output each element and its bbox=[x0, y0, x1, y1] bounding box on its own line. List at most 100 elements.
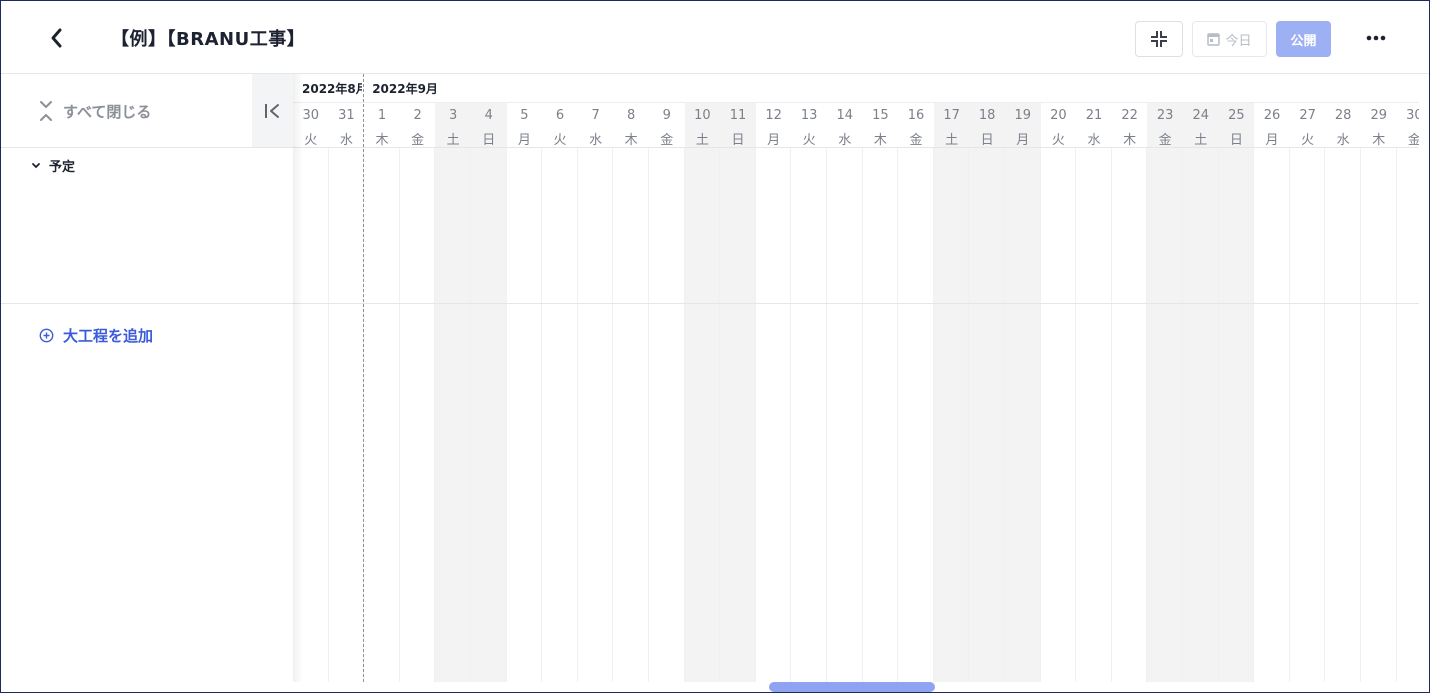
weekday-label: 水 bbox=[838, 133, 852, 148]
day-header-cell: 17 土 bbox=[933, 103, 970, 149]
today-button[interactable]: 今日 bbox=[1192, 21, 1267, 57]
collapse-view-button[interactable] bbox=[1135, 21, 1183, 57]
day-column[interactable] bbox=[1325, 148, 1361, 682]
day-number: 28 bbox=[1334, 108, 1352, 123]
add-process-button[interactable]: 大工程を追加 bbox=[39, 325, 153, 346]
weekday-label: 木 bbox=[1123, 133, 1137, 148]
day-column[interactable] bbox=[1290, 148, 1326, 682]
day-number: 9 bbox=[662, 108, 671, 123]
day-number: 10 bbox=[694, 108, 711, 123]
day-column[interactable] bbox=[578, 148, 614, 682]
month-divider bbox=[363, 74, 365, 682]
panel-collapse-button[interactable] bbox=[252, 74, 293, 148]
day-number: 30 bbox=[1406, 108, 1419, 123]
day-column[interactable] bbox=[898, 148, 934, 682]
day-header-cell: 25 日 bbox=[1218, 103, 1255, 149]
day-header-cell: 14 水 bbox=[827, 103, 863, 149]
day-number: 25 bbox=[1228, 108, 1245, 123]
day-number: 11 bbox=[729, 108, 747, 123]
weekday-label: 月 bbox=[1016, 133, 1030, 148]
divider bbox=[1, 147, 293, 148]
day-header: 30 火 31 水 1 木 2 金 3 土 4 日 5 月 6 火 7 水 8 木 9 金 10 土 11 日 12 月 13 火 14 水 1… bbox=[293, 102, 1419, 149]
day-column[interactable] bbox=[969, 148, 1005, 682]
day-column[interactable] bbox=[507, 148, 543, 682]
day-column[interactable] bbox=[613, 148, 649, 682]
day-column[interactable] bbox=[863, 148, 899, 682]
collapse-all-label: すべて閉じる bbox=[63, 102, 152, 121]
weekday-label: 日 bbox=[980, 133, 994, 148]
day-header-cell: 4日 bbox=[471, 103, 507, 149]
day-number: 16 bbox=[907, 108, 925, 123]
day-number: 8 bbox=[627, 108, 636, 123]
top-bar: 【例】【BRANU工事】 今日 公開 bbox=[1, 1, 1429, 74]
day-column[interactable] bbox=[720, 148, 756, 682]
today-label: 今日 bbox=[1225, 33, 1252, 49]
day-number: 19 bbox=[1014, 108, 1032, 123]
day-column[interactable] bbox=[684, 148, 721, 682]
day-column[interactable] bbox=[400, 148, 436, 682]
day-column[interactable] bbox=[933, 148, 970, 682]
day-column[interactable] bbox=[1112, 148, 1148, 682]
day-column[interactable] bbox=[649, 148, 685, 682]
month-label: 2022年8月 bbox=[302, 82, 363, 96]
day-column[interactable] bbox=[293, 148, 329, 682]
day-header-cell: 5月 bbox=[507, 103, 543, 149]
day-header-cell: 22 木 bbox=[1112, 103, 1148, 149]
publish-button[interactable]: 公開 bbox=[1276, 21, 1331, 57]
day-column[interactable] bbox=[1218, 148, 1255, 682]
day-column[interactable] bbox=[756, 148, 792, 682]
more-menu-button[interactable] bbox=[1356, 23, 1396, 53]
day-column[interactable] bbox=[435, 148, 471, 682]
day-header-cell: 30 金 bbox=[1397, 103, 1419, 149]
back-button[interactable] bbox=[41, 23, 71, 53]
day-column[interactable] bbox=[542, 148, 578, 682]
day-header-cell: 15 木 bbox=[863, 103, 899, 149]
day-header-cell: 3土 bbox=[435, 103, 471, 149]
weekday-label: 日 bbox=[482, 133, 496, 148]
horizontal-scrollbar-thumb[interactable] bbox=[769, 682, 935, 692]
day-header-cell: 16 金 bbox=[898, 103, 934, 149]
weekday-label: 木 bbox=[624, 133, 638, 148]
day-number: 30 bbox=[302, 108, 320, 123]
weekday-label: 金 bbox=[909, 133, 923, 148]
task-list-panel: すべて閉じる 予定 大工程を追加 bbox=[1, 74, 293, 692]
day-column[interactable] bbox=[1005, 148, 1041, 682]
day-column[interactable] bbox=[1183, 148, 1219, 682]
weekday-label: 水 bbox=[1336, 133, 1350, 148]
collapse-all-icon bbox=[40, 101, 52, 121]
day-number: 4 bbox=[484, 108, 493, 123]
divider bbox=[293, 147, 1419, 148]
weekday-label: 土 bbox=[446, 133, 460, 148]
divider bbox=[1, 303, 293, 304]
day-column[interactable] bbox=[1076, 148, 1112, 682]
group-row-schedule[interactable]: 予定 bbox=[31, 156, 75, 175]
day-column[interactable] bbox=[827, 148, 863, 682]
day-number: 5 bbox=[520, 108, 529, 123]
day-column[interactable] bbox=[791, 148, 827, 682]
day-number: 15 bbox=[872, 108, 889, 123]
day-column[interactable] bbox=[329, 148, 365, 682]
weekday-label: 日 bbox=[731, 133, 745, 148]
day-number: 1 bbox=[377, 108, 387, 123]
day-header-cell: 29 木 bbox=[1361, 103, 1397, 149]
day-number: 3 bbox=[449, 108, 458, 123]
chevron-left-icon bbox=[51, 28, 62, 48]
day-header-cell: 31 水 bbox=[329, 103, 365, 149]
day-column[interactable] bbox=[1397, 148, 1419, 682]
collapse-all-button[interactable]: すべて閉じる bbox=[39, 100, 151, 122]
day-column[interactable] bbox=[1254, 148, 1290, 682]
day-number: 2 bbox=[413, 108, 422, 123]
weekday-label: 月 bbox=[767, 133, 781, 148]
day-header-cell: 13 火 bbox=[791, 103, 827, 149]
day-header-cell: 28 水 bbox=[1325, 103, 1361, 149]
month-label: 2022年9月 bbox=[372, 82, 438, 96]
day-column[interactable] bbox=[471, 148, 507, 682]
day-column[interactable] bbox=[1147, 148, 1183, 682]
day-column[interactable] bbox=[1041, 148, 1077, 682]
day-header-cell: 23 金 bbox=[1147, 103, 1183, 149]
day-number: 27 bbox=[1299, 108, 1316, 123]
day-column[interactable] bbox=[1361, 148, 1397, 682]
day-column[interactable] bbox=[364, 148, 400, 682]
weekday-label: 火 bbox=[1301, 133, 1315, 148]
gantt-timeline[interactable]: 2022年8月 2022年9月 30 火 31 水 1 木 2 金 3 土 4 日 5 月 6 火 7 水 8 木 9 金 1… bbox=[293, 74, 1419, 682]
